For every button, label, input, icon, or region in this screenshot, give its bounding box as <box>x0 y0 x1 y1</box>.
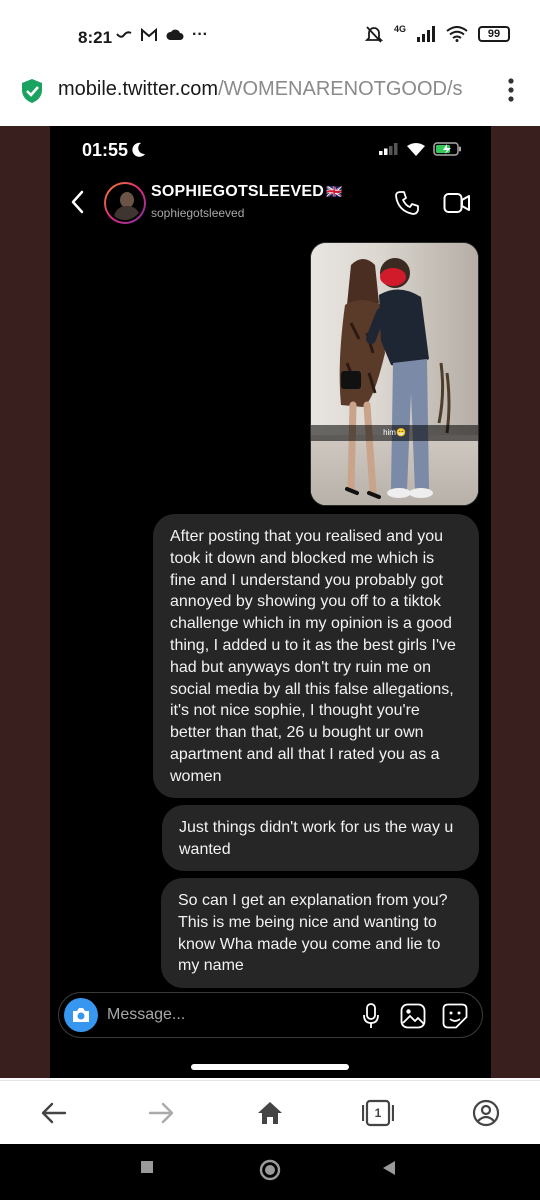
phone-call-icon[interactable] <box>394 190 420 216</box>
message-input[interactable] <box>107 1003 307 1027</box>
contact-handle: sophiegotsleeved <box>151 206 245 220</box>
system-nav-bar <box>0 1144 540 1200</box>
signal-icon <box>417 26 435 42</box>
sent-message-bubble[interactable]: After posting that you realised and you … <box>153 514 479 798</box>
notification-icons: ··· <box>116 26 208 44</box>
mute-bell-icon <box>364 26 384 43</box>
status-time: 8:21 <box>78 28 113 47</box>
cell-signal-icon <box>379 143 398 155</box>
contact-avatar[interactable] <box>104 182 146 224</box>
back-triangle-icon[interactable] <box>382 1160 396 1176</box>
back-chevron-icon[interactable] <box>70 190 84 214</box>
account-button[interactable] <box>470 1097 502 1129</box>
home-indicator <box>191 1064 349 1070</box>
recents-square-icon[interactable] <box>140 1160 154 1174</box>
secure-shield-icon <box>22 79 42 103</box>
dm-header: SOPHIEGOTSLEEVED 🇬🇧 sophiegotsleeved <box>50 176 491 232</box>
camera-icon <box>73 1008 89 1022</box>
more-notifications: ··· <box>192 26 208 43</box>
phone-status-bar: 01:55 <box>50 126 491 176</box>
account-icon <box>472 1099 500 1127</box>
photo-message[interactable]: him😁 <box>310 242 479 506</box>
contact-name[interactable]: SOPHIEGOTSLEEVED 🇬🇧 <box>151 183 342 201</box>
photo-caption: him😁 <box>311 425 478 441</box>
couple-photo <box>339 258 451 499</box>
video-call-icon[interactable] <box>443 192 471 214</box>
wifi-icon <box>407 142 425 156</box>
wifi-icon <box>446 26 468 42</box>
sent-message-bubble[interactable]: Just things didn't work for us the way u… <box>162 805 479 871</box>
microphone-icon[interactable] <box>362 1003 380 1029</box>
camera-button[interactable] <box>64 998 98 1032</box>
gallery-icon[interactable] <box>400 1003 426 1029</box>
network-type: 4G <box>393 24 406 34</box>
cloud-icon <box>166 29 184 40</box>
browser-toolbar: 1 <box>0 1080 540 1144</box>
wave-icon <box>116 31 132 38</box>
message-thread: him😁 After posting that you realised and… <box>50 232 491 992</box>
url-text[interactable]: mobile.twitter.com/WOMENARENOTGOOD/s <box>58 78 482 101</box>
android-status-bar: 8:21 ··· 4G 99 <box>0 0 540 68</box>
embedded-dm-screenshot: 01:55 SOPHIEGOTSLEEVED 🇬🇧 sophiegotsleeve… <box>50 126 491 1078</box>
gmail-icon <box>141 28 157 41</box>
back-button[interactable] <box>38 1097 70 1129</box>
browser-url-bar[interactable]: mobile.twitter.com/WOMENARENOTGOOD/s <box>0 68 540 126</box>
home-circle-icon[interactable] <box>259 1159 281 1181</box>
status-right-icons: 4G 99 <box>364 24 510 44</box>
tabs-button[interactable]: 1 <box>362 1097 394 1129</box>
sent-message-bubble[interactable]: So can I get an explanation from you? Th… <box>161 878 479 988</box>
forward-button[interactable] <box>145 1097 177 1129</box>
battery-charging-icon <box>433 142 461 156</box>
overflow-menu-icon[interactable] <box>506 76 516 104</box>
tab-count: 1 <box>374 1106 382 1120</box>
home-icon <box>258 1102 282 1124</box>
arrow-right-icon <box>148 1102 174 1124</box>
home-button[interactable] <box>254 1097 286 1129</box>
message-composer <box>58 992 483 1038</box>
battery-icon: 99 <box>478 26 510 42</box>
phone-status-icons <box>379 142 463 156</box>
arrow-left-icon <box>41 1102 67 1124</box>
moon-icon <box>132 142 145 157</box>
sticker-icon[interactable] <box>442 1003 468 1029</box>
phone-time: 01:55 <box>82 140 129 160</box>
